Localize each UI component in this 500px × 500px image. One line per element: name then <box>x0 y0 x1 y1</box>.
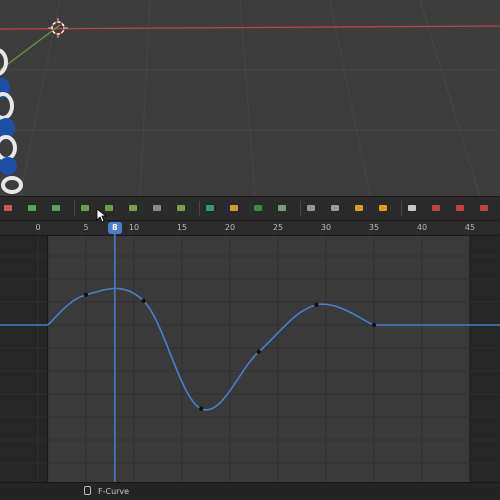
transform-icon[interactable] <box>305 202 317 214</box>
snap-icon[interactable] <box>26 202 38 214</box>
bake-icon[interactable] <box>353 202 365 214</box>
normalize-icon[interactable] <box>377 202 389 214</box>
3d-viewport[interactable] <box>0 0 500 196</box>
keyframe-point[interactable] <box>256 349 261 354</box>
easing-icon[interactable] <box>151 202 163 214</box>
toolbar-separator <box>300 201 301 216</box>
extrapolation-icon[interactable] <box>175 202 187 214</box>
playhead-top <box>114 234 116 236</box>
x-axis-line <box>0 25 500 30</box>
f-curve-canvas[interactable] <box>0 236 500 482</box>
y-axis-line <box>0 24 61 71</box>
toolbar-separator <box>74 201 75 216</box>
keyframe-insert-icon[interactable] <box>79 202 91 214</box>
key-icon[interactable] <box>454 202 466 214</box>
mouse-icon <box>84 486 91 495</box>
keyframe-point[interactable] <box>141 298 146 304</box>
ghost-icon[interactable] <box>406 202 418 214</box>
viewport-grid <box>0 0 500 196</box>
keyframe-point[interactable] <box>371 322 377 328</box>
toolbar-separator <box>401 201 402 216</box>
select-box-icon[interactable] <box>252 202 264 214</box>
status-bar: F-Curve <box>0 482 500 500</box>
keyframe-point[interactable] <box>314 302 319 308</box>
toolbar-separator <box>199 201 200 216</box>
mirror-icon[interactable] <box>329 202 341 214</box>
viewport-canvas <box>0 0 500 196</box>
pivot-icon[interactable] <box>50 202 62 214</box>
3d-cursor-icon[interactable] <box>48 18 68 38</box>
chain-object[interactable] <box>0 48 23 194</box>
keyframe-point[interactable] <box>199 406 204 411</box>
channel-icon[interactable] <box>430 202 442 214</box>
mouse-pointer-icon <box>96 208 108 223</box>
active-frame-range <box>47 236 470 482</box>
graph-area[interactable] <box>0 236 500 482</box>
modifier-icon[interactable] <box>204 202 216 214</box>
status-label: F-Curve <box>98 487 130 496</box>
select-all-icon[interactable] <box>228 202 240 214</box>
proportional-icon[interactable] <box>2 202 14 214</box>
interpolation-icon[interactable] <box>127 202 139 214</box>
keyframe-point[interactable] <box>83 292 89 298</box>
graph-editor-toolbar <box>0 196 500 221</box>
delete-icon[interactable] <box>478 202 490 214</box>
select-lasso-icon[interactable] <box>276 202 288 214</box>
